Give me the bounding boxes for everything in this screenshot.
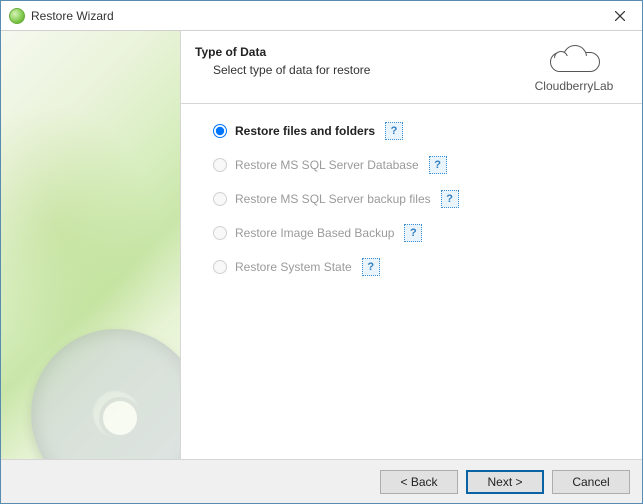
- restore-wizard-window: Restore Wizard Type of Data Select type …: [0, 0, 643, 504]
- close-icon: [615, 11, 625, 21]
- help-icon[interactable]: ?: [429, 156, 447, 174]
- wizard-header: Type of Data Select type of data for res…: [181, 31, 642, 104]
- option-restore-files-folders[interactable]: Restore files and folders ?: [213, 122, 622, 140]
- brand-name: CloudberryLab: [524, 79, 624, 93]
- option-label: Restore files and folders: [235, 124, 375, 138]
- back-button[interactable]: < Back: [380, 470, 458, 494]
- help-icon[interactable]: ?: [362, 258, 380, 276]
- restore-type-options: Restore files and folders ? Restore MS S…: [181, 104, 642, 459]
- option-restore-mssql-db: Restore MS SQL Server Database ?: [213, 156, 622, 174]
- radio-restore-image-backup: [213, 226, 227, 240]
- disc-graphic: [31, 329, 181, 459]
- cancel-button[interactable]: Cancel: [552, 470, 630, 494]
- radio-restore-mssql-files: [213, 192, 227, 206]
- app-icon: [9, 8, 25, 24]
- option-label: Restore MS SQL Server Database: [235, 158, 419, 172]
- page-subtitle: Select type of data for restore: [195, 63, 524, 77]
- next-button[interactable]: Next >: [466, 470, 544, 494]
- option-label: Restore System State: [235, 260, 352, 274]
- option-restore-image-backup: Restore Image Based Backup ?: [213, 224, 622, 242]
- window-title: Restore Wizard: [31, 9, 597, 23]
- help-icon[interactable]: ?: [385, 122, 403, 140]
- wizard-body: Type of Data Select type of data for res…: [1, 31, 642, 459]
- radio-restore-mssql-db: [213, 158, 227, 172]
- close-button[interactable]: [597, 1, 642, 30]
- radio-restore-files-folders[interactable]: [213, 124, 227, 138]
- option-restore-system-state: Restore System State ?: [213, 258, 622, 276]
- wizard-sidebar: [1, 31, 181, 459]
- help-icon[interactable]: ?: [404, 224, 422, 242]
- option-label: Restore Image Based Backup: [235, 226, 394, 240]
- wizard-main: Type of Data Select type of data for res…: [181, 31, 642, 459]
- wizard-footer: < Back Next > Cancel: [1, 459, 642, 503]
- help-icon[interactable]: ?: [441, 190, 459, 208]
- header-text: Type of Data Select type of data for res…: [195, 45, 524, 77]
- option-label: Restore MS SQL Server backup files: [235, 192, 431, 206]
- cloud-icon: [548, 45, 600, 75]
- brand: CloudberryLab: [524, 45, 624, 93]
- option-restore-mssql-files: Restore MS SQL Server backup files ?: [213, 190, 622, 208]
- radio-restore-system-state: [213, 260, 227, 274]
- titlebar: Restore Wizard: [1, 1, 642, 31]
- page-title: Type of Data: [195, 45, 524, 59]
